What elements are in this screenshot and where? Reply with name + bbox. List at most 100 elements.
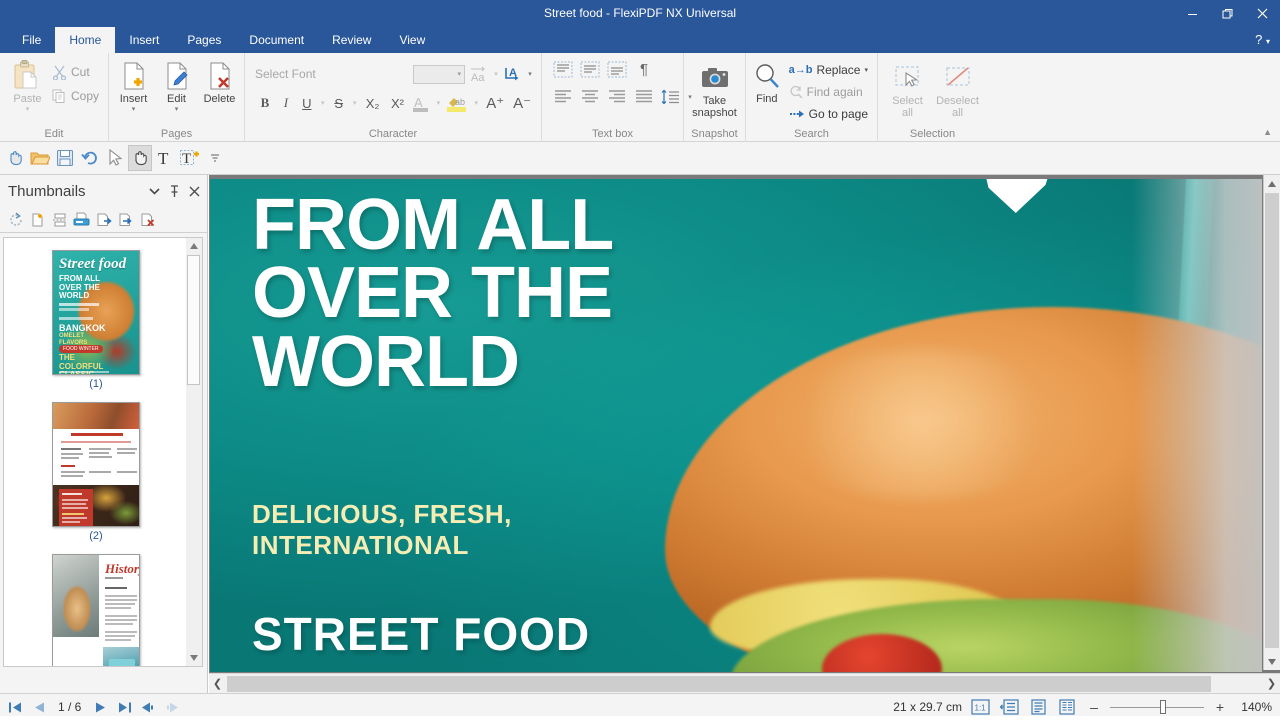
copy-button[interactable]: Copy (49, 85, 102, 107)
export-page-right-icon[interactable] (94, 210, 113, 230)
text-direction-button[interactable]: A (502, 63, 524, 85)
font-size-input[interactable]: ▾ (413, 64, 465, 84)
view-fit-page-button[interactable] (1028, 697, 1049, 717)
tab-file[interactable]: File (8, 27, 55, 53)
deselect-all-button[interactable]: Deselect all (935, 59, 981, 119)
last-page-button[interactable] (113, 696, 135, 718)
scan-pages-icon[interactable] (72, 210, 91, 230)
tab-review[interactable]: Review (318, 27, 385, 53)
text-tool-icon[interactable]: T (153, 145, 177, 171)
page-indicator[interactable]: 1 / 6 (52, 700, 87, 714)
fit-text-bottom-button[interactable] (606, 59, 628, 80)
strikethrough-button[interactable]: S (329, 92, 349, 114)
select-all-button[interactable]: Select all (885, 59, 931, 119)
document-page[interactable]: FROM ALL OVER THE WORLD DELICIOUS, FRESH… (210, 179, 1262, 672)
document-horizontal-scroll-thumb[interactable] (227, 675, 1211, 692)
document-scroll-left-button[interactable]: ❮ (209, 675, 226, 693)
next-view-button[interactable] (161, 696, 183, 718)
delete-page-icon[interactable] (138, 210, 157, 230)
insert-page-button[interactable]: Insert ▾ (115, 57, 152, 113)
replace-button[interactable]: a→b a→b Replace Replace ▾ (786, 59, 871, 81)
restore-button[interactable] (1210, 0, 1245, 27)
zoom-level-value[interactable]: 140% (1236, 700, 1272, 714)
previous-view-button[interactable] (137, 696, 159, 718)
underline-button[interactable]: U (297, 92, 317, 114)
view-actual-size-button[interactable]: 1:1 (970, 697, 991, 717)
previous-page-button[interactable] (28, 696, 50, 718)
overflow-caret-icon[interactable] (203, 145, 227, 171)
zoom-in-button[interactable]: + (1212, 699, 1228, 715)
zoom-slider-handle[interactable] (1160, 700, 1166, 714)
document-vertical-scroll-thumb[interactable] (1265, 193, 1279, 648)
zoom-slider[interactable] (1110, 699, 1204, 715)
first-page-button[interactable] (4, 696, 26, 718)
edit-page-button[interactable]: Edit ▾ (158, 57, 195, 113)
document-horizontal-scrollbar[interactable]: ❮ ❯ (209, 673, 1280, 693)
show-formatting-marks-button[interactable]: ¶ (633, 59, 655, 80)
find-again-button[interactable]: Find again (786, 81, 871, 103)
fit-text-middle-button[interactable] (579, 59, 601, 80)
view-continuous-button[interactable] (1057, 697, 1078, 717)
shrink-font-button[interactable]: A⁻ (509, 92, 535, 114)
thumbnails-close-button[interactable] (187, 183, 201, 199)
align-center-button[interactable] (579, 86, 601, 107)
tab-insert[interactable]: Insert (115, 27, 173, 53)
document-scroll-right-button[interactable]: ❯ (1263, 675, 1280, 693)
highlight-button[interactable]: ab (444, 92, 470, 114)
bold-button[interactable]: B (255, 92, 275, 114)
zoom-out-button[interactable]: – (1086, 699, 1102, 715)
thumbnails-scrollbar[interactable] (186, 237, 203, 667)
document-horizontal-track[interactable] (226, 675, 1263, 693)
document-scroll-down-button[interactable] (1264, 653, 1280, 670)
align-justify-button[interactable] (633, 86, 655, 107)
view-fit-width-button[interactable] (999, 697, 1020, 717)
document-vertical-scrollbar[interactable] (1263, 175, 1280, 670)
hand-touch-icon[interactable] (3, 145, 27, 171)
superscript-button[interactable]: X² (386, 92, 410, 114)
tab-view[interactable]: View (385, 27, 439, 53)
fit-text-top-button[interactable] (552, 59, 574, 80)
align-right-button[interactable] (606, 86, 628, 107)
select-arrow-icon[interactable] (103, 145, 127, 171)
italic-button[interactable]: I (276, 92, 296, 114)
change-case-button[interactable]: Aa (466, 63, 490, 85)
find-button[interactable]: Find (752, 57, 782, 105)
tab-pages[interactable]: Pages (173, 27, 235, 53)
undo-icon[interactable] (78, 145, 102, 171)
close-button[interactable] (1245, 0, 1280, 27)
insert-blank-page-icon[interactable] (28, 210, 47, 230)
thumbnails-scroll-down-button[interactable] (186, 650, 201, 666)
delete-page-button[interactable]: Delete (201, 57, 238, 105)
thumbnails-scroll-up-button[interactable] (186, 238, 201, 254)
thumbnail-page-3[interactable]: History (3) (4, 542, 188, 666)
open-folder-icon[interactable] (28, 145, 52, 171)
thumbnails-list[interactable]: Street food FROM ALL OVER THE WORLD BANG… (3, 237, 189, 667)
go-to-page-button[interactable]: Go to page (786, 103, 871, 125)
save-icon[interactable] (53, 145, 77, 171)
thumbnail-page-1[interactable]: Street food FROM ALL OVER THE WORLD BANG… (4, 238, 188, 390)
pan-hand-icon[interactable] (128, 145, 152, 171)
thumbnails-scroll-thumb[interactable] (187, 255, 200, 385)
thumbnails-dropdown-button[interactable] (147, 183, 161, 199)
subscript-button[interactable]: X₂ (361, 92, 385, 114)
collapse-ribbon-button[interactable]: ▲ (1263, 127, 1280, 141)
minimize-button[interactable] (1175, 0, 1210, 27)
split-pages-icon[interactable] (50, 210, 69, 230)
thumbnails-pin-button[interactable] (167, 183, 181, 199)
rotate-page-icon[interactable] (6, 210, 25, 230)
align-left-button[interactable] (552, 86, 574, 107)
document-scroll-up-button[interactable] (1264, 175, 1280, 192)
tab-document[interactable]: Document (235, 27, 318, 53)
grow-font-button[interactable]: A⁺ (482, 92, 508, 114)
take-snapshot-button[interactable]: Take snapshot (690, 59, 739, 119)
help-button[interactable]: ? ▾ (1249, 27, 1276, 53)
thumbnail-page-2[interactable]: (2) (4, 390, 188, 542)
next-page-button[interactable] (89, 696, 111, 718)
cut-button[interactable]: Cut (49, 61, 102, 83)
paste-button[interactable]: Paste ▾ (8, 57, 47, 113)
line-spacing-button[interactable] (660, 86, 680, 107)
add-text-tool-icon[interactable]: T (178, 145, 202, 171)
tab-home[interactable]: Home (55, 27, 116, 53)
move-page-icon[interactable] (116, 210, 135, 230)
font-color-button[interactable]: A (410, 92, 432, 114)
